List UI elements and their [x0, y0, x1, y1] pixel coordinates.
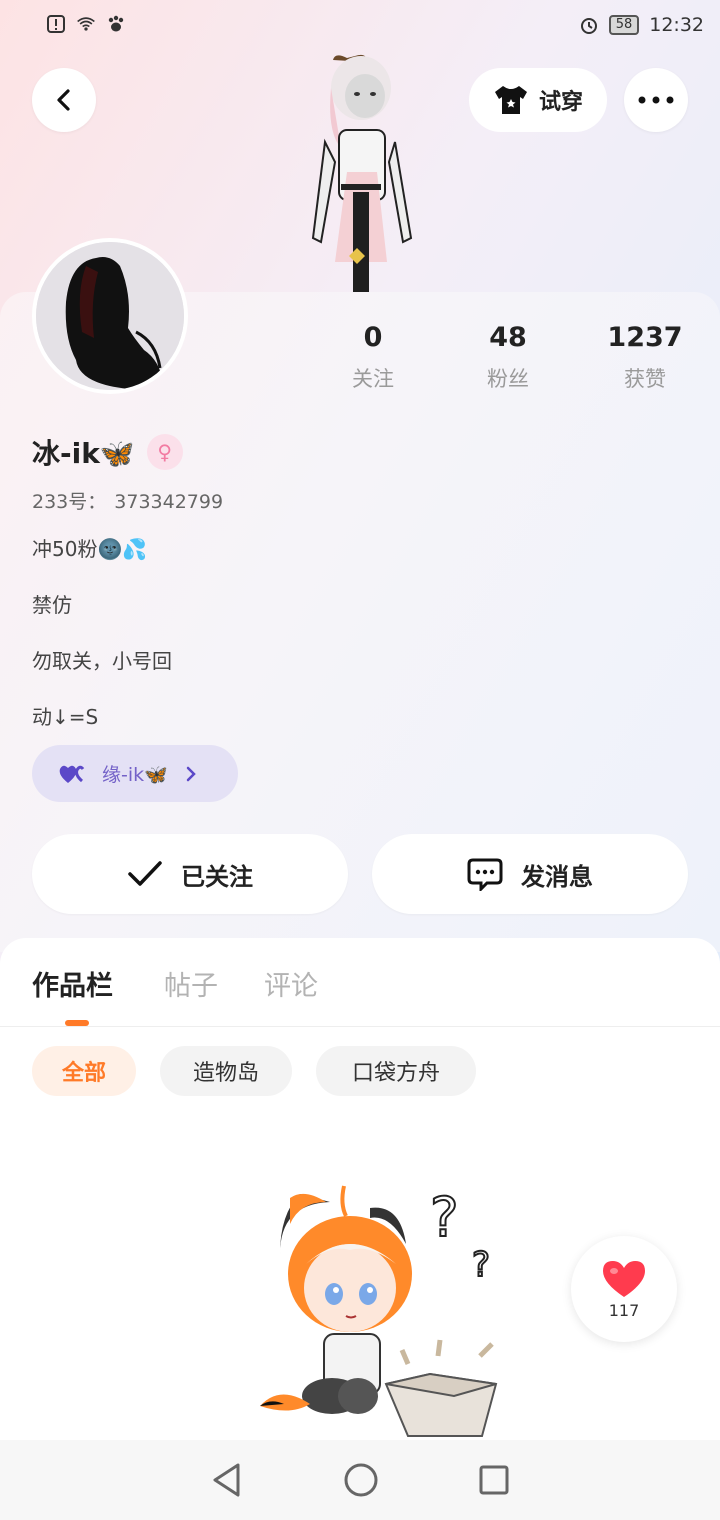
following-count: 0 [363, 322, 383, 353]
bio-line: 勿取关，小号回 [32, 649, 172, 673]
username: 冰-ik🦋 [32, 437, 135, 470]
bio-line: 动↓=S [32, 705, 99, 729]
active-tab-indicator [65, 1020, 89, 1026]
status-bar: 58 12:32 [0, 0, 720, 56]
stat-fans[interactable]: 48 粉丝 [453, 322, 563, 393]
followed-label: 已关注 [181, 862, 253, 891]
nav-home-icon[interactable] [343, 1462, 379, 1498]
filter-pocket-ark[interactable]: 口袋方舟 [316, 1046, 476, 1096]
uid-label: 233号： [32, 491, 107, 513]
checkmark-icon [128, 861, 162, 886]
likes-count: 1237 [607, 322, 683, 353]
couple-label: 缘-ik🦋 [102, 764, 168, 786]
svg-text:?: ? [430, 1186, 459, 1249]
message-label: 发消息 [521, 862, 593, 891]
following-label: 关注 [352, 367, 394, 391]
gender-female-icon: ♀ [146, 434, 183, 470]
fans-label: 粉丝 [487, 367, 529, 391]
paw-icon [108, 15, 124, 32]
empty-state-mascot: ? ? [260, 1185, 498, 1437]
battery-indicator: 58 [608, 15, 640, 35]
system-nav-bar [0, 1440, 720, 1520]
avatar-image [36, 242, 184, 390]
alert-icon [47, 15, 65, 33]
stat-following[interactable]: 0 关注 [318, 322, 428, 393]
status-left-icons [46, 14, 126, 34]
filter-all[interactable]: 全部 [32, 1046, 136, 1096]
heart-icon [603, 1260, 645, 1297]
tab-works[interactable]: 作品栏 [32, 964, 113, 1003]
more-icon [638, 96, 674, 104]
svg-text:?: ? [472, 1245, 490, 1285]
back-button[interactable] [32, 68, 96, 132]
back-arrow-icon [57, 89, 70, 111]
bio-line: 禁仿 [32, 593, 72, 617]
status-right: 58 12:32 [579, 14, 704, 36]
character-figure [311, 54, 413, 292]
uid-value: 373342799 [114, 491, 224, 513]
alarm-icon [580, 18, 597, 34]
filter-creation-island[interactable]: 造物岛 [160, 1046, 292, 1096]
tshirt-icon [494, 86, 527, 114]
message-button[interactable]: 发消息 [372, 834, 688, 914]
stat-likes[interactable]: 1237 获赞 [590, 322, 700, 393]
try-on-label: 试穿 [538, 90, 583, 115]
nav-recents-icon[interactable] [478, 1464, 510, 1496]
content-section: 作品栏 帖子 评论 全部 造物岛 口袋方舟 ? ? [0, 938, 720, 1448]
couple-tag[interactable]: 缘-ik🦋 [32, 745, 238, 802]
heart-icon [59, 765, 85, 783]
wifi-icon [77, 17, 95, 31]
chevron-right-icon [186, 766, 196, 781]
like-count: 117 [608, 1300, 640, 1320]
nav-back-icon[interactable] [210, 1462, 244, 1498]
chat-bubble-icon [467, 858, 503, 891]
fans-count: 48 [489, 322, 527, 353]
bio-line: 冲50粉🌚💦 [32, 537, 148, 561]
clock: 12:32 [649, 14, 704, 36]
more-button[interactable] [624, 68, 688, 132]
name-row: 冰-ik🦋 ♀ [32, 432, 183, 472]
try-on-button[interactable]: 试穿 [469, 68, 607, 132]
like-button[interactable]: 117 [571, 1236, 677, 1342]
uid-row: 233号： 373342799 [32, 487, 223, 514]
likes-label: 获赞 [624, 367, 666, 391]
avatar[interactable] [32, 238, 188, 394]
tab-comments[interactable]: 评论 [264, 964, 318, 1003]
tab-bar: 作品栏 帖子 评论 [0, 938, 720, 1027]
followed-button[interactable]: 已关注 [32, 834, 348, 914]
tab-posts[interactable]: 帖子 [164, 964, 218, 1003]
